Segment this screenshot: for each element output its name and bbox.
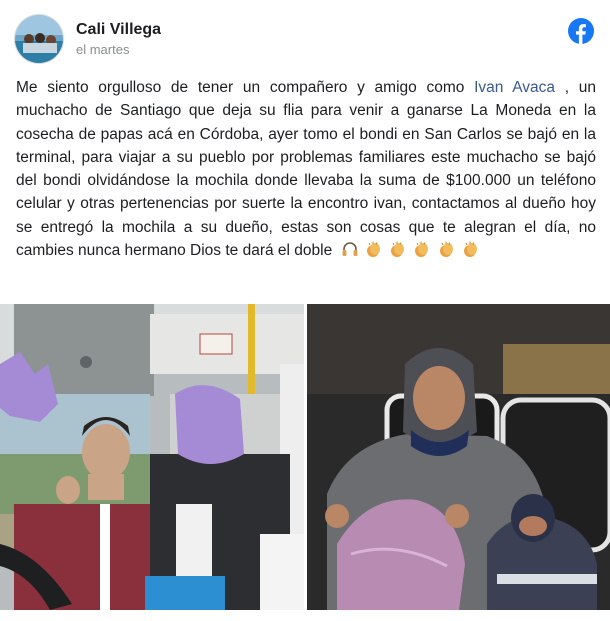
- emoji-row: [341, 240, 483, 265]
- photo-bus-driver[interactable]: [0, 304, 304, 610]
- clapping-hands-emoji: [391, 241, 405, 258]
- post-header: Cali Villega el martes: [14, 14, 596, 64]
- post-text-intro: Me siento orgulloso de tener un compañer…: [16, 79, 475, 96]
- author-name[interactable]: Cali Villega: [76, 21, 161, 39]
- avatar[interactable]: [14, 14, 64, 64]
- mention-link[interactable]: Ivan Avaca: [474, 79, 555, 96]
- post-text: Me siento orgulloso de tener un compañer…: [16, 76, 596, 265]
- clapping-hands-emoji: [415, 241, 429, 258]
- clapping-hands-emoji: [464, 241, 478, 258]
- facebook-icon[interactable]: [568, 18, 594, 44]
- clapping-hands-emoji: [366, 241, 380, 258]
- headphones-emoji: [342, 242, 358, 257]
- post-text-body: , un muchacho de Santiago que deja su fl…: [16, 79, 596, 260]
- photo-man-with-backpack[interactable]: [307, 304, 610, 610]
- post-timestamp[interactable]: el martes: [76, 42, 129, 57]
- clapping-hands-emoji: [439, 241, 453, 258]
